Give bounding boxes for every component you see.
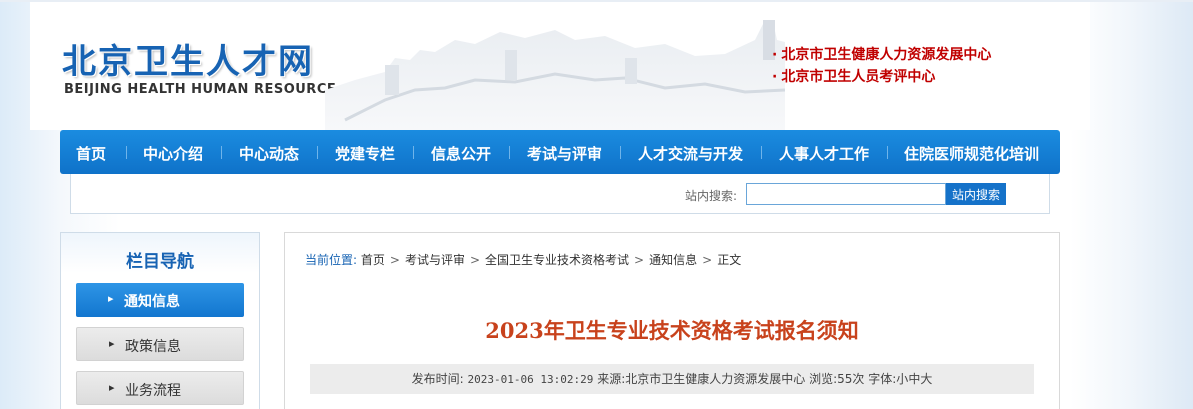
sidebar-item-label: 通知信息 [124,294,180,310]
breadcrumb-item-exams[interactable]: 考试与评审 [405,253,465,267]
nav-item-residency-training[interactable]: 住院医师规范化培训 [904,143,1039,164]
nav-item-exams[interactable]: 考试与评审 [527,143,602,164]
nav-item-party[interactable]: 党建专栏 [335,143,395,164]
nav-separator [620,146,621,159]
nav-separator [887,146,888,159]
breadcrumb-item-notices[interactable]: 通知信息 [649,253,697,267]
sidebar-item-label: 政策信息 [125,339,181,355]
great-wall-banner-image [325,20,785,130]
font-size-small-button[interactable]: 小 [896,372,908,386]
breadcrumb-prefix: 当前位置: [305,253,358,267]
nav-item-home[interactable]: 首页 [76,143,106,164]
meta-views-value: 55次 [837,372,865,386]
nav-item-hr-work[interactable]: 人事人才工作 [779,143,869,164]
article-panel: 当前位置: 首页 > 考试与评审 > 全国卫生专业技术资格考试 > 通知信息 > 正文 2023… [284,232,1060,409]
nav-item-about[interactable]: 中心介绍 [143,143,203,164]
chevron-right-icon: > [702,253,713,267]
org-link-evaluation-center[interactable]: · 北京市卫生人员考评中心 [772,66,991,88]
sidebar-item-notices[interactable]: ▸ 通知信息 [76,283,244,317]
nav-separator [317,146,318,159]
chevron-right-icon: ▸ [109,381,115,394]
meta-font-label: 字体: [868,372,897,386]
font-size-large-button[interactable]: 大 [920,372,932,386]
nav-separator [761,146,762,159]
meta-source-value: 北京市卫生健康人力资源发展中心 [625,372,806,386]
organization-links: · 北京市卫生健康人力资源发展中心 · 北京市卫生人员考评中心 [772,44,991,88]
search-input[interactable] [746,183,946,205]
breadcrumb: 当前位置: 首页 > 考试与评审 > 全国卫生专业技术资格考试 > 通知信息 > 正文 [305,251,741,268]
sidebar-item-workflow[interactable]: ▸ 业务流程 [76,371,244,405]
breadcrumb-item-qualification-exam[interactable]: 全国卫生专业技术资格考试 [485,253,629,267]
search-bar: 站内搜索: 站内搜索 [70,174,1050,214]
sidebar-item-label: 业务流程 [125,383,181,399]
site-logo-title[interactable]: 北京卫生人才网 [62,34,314,83]
nav-item-talent-exchange[interactable]: 人才交流与开发 [638,143,743,164]
sidebar: 栏目导航 ▸ 通知信息 ▸ 政策信息 ▸ 业务流程 [60,232,260,409]
meta-views-label: 浏览: [809,372,838,386]
sidebar-title: 栏目导航 [126,252,194,272]
article-title: 2023年卫生专业技术资格考试报名须知 [485,318,859,343]
nav-item-news[interactable]: 中心动态 [239,143,299,164]
search-button[interactable]: 站内搜索 [946,183,1006,205]
main-nav: 首页 中心介绍 中心动态 党建专栏 信息公开 考试与评审 人才交流与开发 人事人… [60,130,1060,174]
article-meta: 发布时间: 2023-01-06 13:02:29 来源:北京市卫生健康人力资源… [310,364,1034,394]
chevron-right-icon: ▸ [108,292,114,305]
site-header: 北京卫生人才网 BEIJING HEALTH HUMAN RESOURCE · 北… [30,2,1090,130]
nav-separator [413,146,414,159]
breadcrumb-item-current: 正文 [717,253,742,267]
chevron-right-icon: > [634,253,645,267]
org-link-hr-center[interactable]: · 北京市卫生健康人力资源发展中心 [772,44,991,66]
chevron-right-icon: > [389,253,400,267]
chevron-right-icon: > [469,253,481,267]
meta-source-label: 来源: [597,372,626,386]
breadcrumb-item-home[interactable]: 首页 [361,253,385,267]
sidebar-item-policies[interactable]: ▸ 政策信息 [76,327,244,361]
nav-item-disclosure[interactable]: 信息公开 [431,143,491,164]
nav-separator [509,146,510,159]
search-label: 站内搜索: [685,189,738,203]
nav-separator [221,146,222,159]
meta-publish-date: 2023-01-06 13:02:29 [467,373,594,386]
meta-publish-label: 发布时间: [411,372,464,386]
chevron-right-icon: ▸ [109,337,115,350]
nav-separator [126,146,127,159]
site-logo-subtitle: BEIJING HEALTH HUMAN RESOURCE [64,82,337,97]
font-size-medium-button[interactable]: 中 [908,372,920,386]
